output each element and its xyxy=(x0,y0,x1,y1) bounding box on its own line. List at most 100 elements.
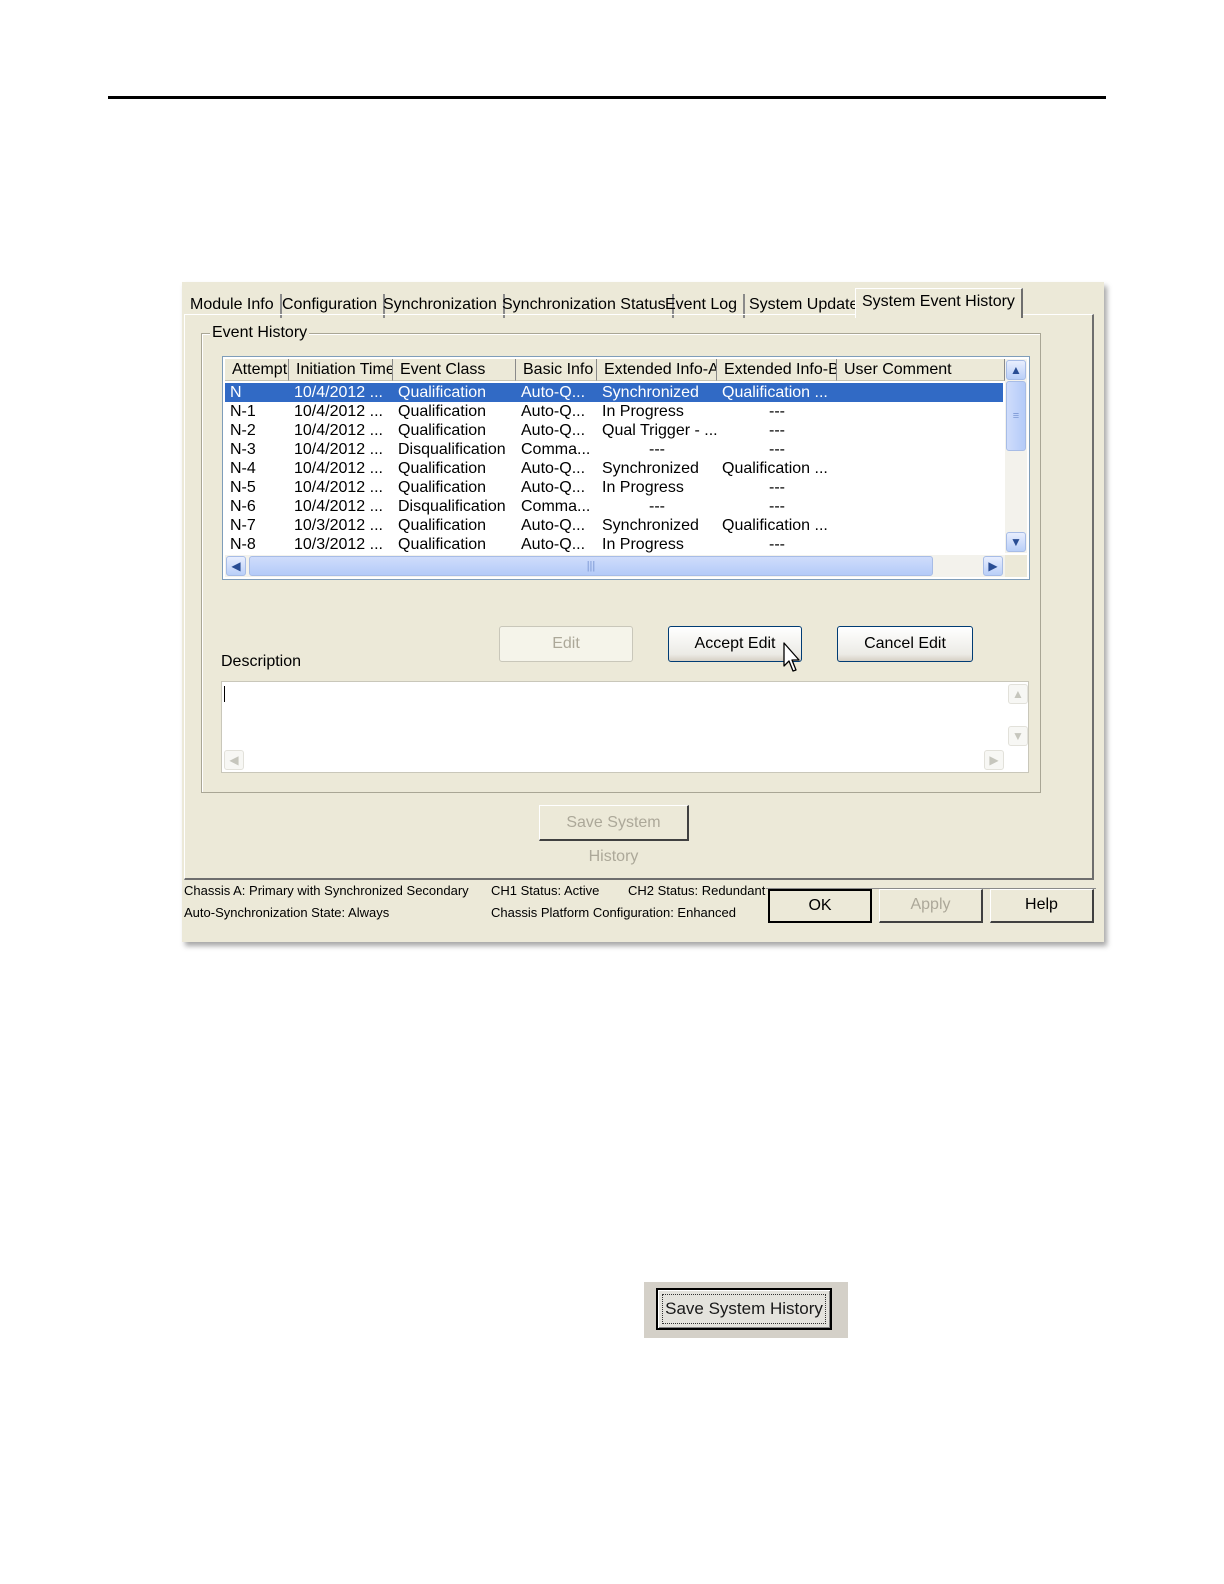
cell-initiation-time: 10/4/2012 ... xyxy=(294,403,383,420)
table-header: Attempt Initiation Time Event Class Basi… xyxy=(225,359,1005,381)
cell-extended-info-a: In Progress xyxy=(602,479,684,496)
cell-initiation-time: 10/3/2012 ... xyxy=(294,517,383,534)
cell-extended-info-a: Synchronized xyxy=(602,517,699,534)
table-body: N 10/4/2012 ... Qualification Auto-Q... Sync… xyxy=(225,383,1003,554)
cell-event-class: Qualification xyxy=(398,460,487,477)
table-row[interactable]: N-4 10/4/2012 ... Qualification Auto-Q... Sy… xyxy=(225,459,1003,478)
tab-strip: Module Info Configuration Synchronizatio… xyxy=(182,288,1104,318)
cell-extended-info-a: Synchronized xyxy=(602,384,699,401)
cell-attempt: N-5 xyxy=(230,479,256,496)
apply-button[interactable]: Apply xyxy=(879,889,983,923)
description-scroll-up-icon[interactable]: ▲ xyxy=(1008,684,1028,704)
cell-extended-info-b: Qualification ... xyxy=(722,384,828,401)
cell-initiation-time: 10/4/2012 ... xyxy=(294,441,383,458)
ok-button[interactable]: OK xyxy=(768,889,872,923)
cell-attempt: N-7 xyxy=(230,517,256,534)
table-row[interactable]: N 10/4/2012 ... Qualification Auto-Q... Sync… xyxy=(225,383,1003,402)
scroll-up-icon[interactable]: ▲ xyxy=(1006,360,1026,380)
table-row[interactable]: N-3 10/4/2012 ... Disqualification Comma...… xyxy=(225,440,1003,459)
status-platform: Chassis Platform Configuration: Enhanced xyxy=(491,905,736,920)
cell-extended-info-a: In Progress xyxy=(602,536,684,553)
scroll-left-icon[interactable]: ◀ xyxy=(226,556,246,576)
cell-extended-info-b: --- xyxy=(769,422,785,439)
cell-initiation-time: 10/4/2012 ... xyxy=(294,460,383,477)
status-chassis: Chassis A: Primary with Synchronized Sec… xyxy=(184,883,469,898)
cell-extended-info-b: Qualification ... xyxy=(722,460,828,477)
vertical-scrollbar[interactable]: ▲ ≡ ▼ xyxy=(1005,359,1027,553)
table-row[interactable]: N-7 10/3/2012 ... Qualification Auto-Q... Sy… xyxy=(225,516,1003,535)
cell-initiation-time: 10/4/2012 ... xyxy=(294,479,383,496)
cell-event-class: Qualification xyxy=(398,384,487,401)
table-row[interactable]: N-5 10/4/2012 ... Qualification Auto-Q... In… xyxy=(225,478,1003,497)
cell-initiation-time: 10/3/2012 ... xyxy=(294,536,383,553)
cell-user-comment xyxy=(837,459,1003,478)
cell-extended-info-a: Synchronized xyxy=(602,460,699,477)
cell-user-comment xyxy=(837,402,1003,421)
cell-user-comment xyxy=(837,478,1003,497)
cell-extended-info-b: --- xyxy=(769,536,785,553)
table-row[interactable]: N-8 10/3/2012 ... Qualification Auto-Q... In… xyxy=(225,535,1003,554)
column-header-extended-info-b[interactable]: Extended Info-B xyxy=(717,359,837,381)
column-header-basic-info[interactable]: Basic Info xyxy=(516,359,597,381)
focus-rectangle: Save System History xyxy=(662,1294,826,1324)
cell-event-class: Qualification xyxy=(398,403,487,420)
cell-event-class: Qualification xyxy=(398,422,487,439)
column-header-event-class[interactable]: Event Class xyxy=(393,359,516,381)
status-ch2: CH2 Status: Redundant xyxy=(628,883,766,898)
accept-edit-button[interactable]: Accept Edit xyxy=(668,626,802,662)
cell-basic-info: Comma... xyxy=(521,441,591,458)
save-system-history-button-large[interactable]: Save System History xyxy=(656,1288,832,1330)
description-scroll-left-icon[interactable]: ◀ xyxy=(224,750,244,770)
save-system-history-label: Save System History xyxy=(665,1299,823,1318)
cell-extended-info-a: In Progress xyxy=(602,403,684,420)
description-scroll-right-icon[interactable]: ▶ xyxy=(984,750,1004,770)
cell-event-class: Qualification xyxy=(398,536,487,553)
table-row[interactable]: N-1 10/4/2012 ... Qualification Auto-Q... In… xyxy=(225,402,1003,421)
text-caret xyxy=(224,686,225,702)
scroll-down-icon[interactable]: ▼ xyxy=(1006,532,1026,552)
cell-basic-info: Auto-Q... xyxy=(521,479,586,496)
cell-attempt: N-2 xyxy=(230,422,256,439)
cancel-edit-button[interactable]: Cancel Edit xyxy=(837,626,973,662)
scroll-right-icon[interactable]: ▶ xyxy=(983,556,1003,576)
cell-extended-info-a: Qual Trigger - ... xyxy=(602,422,717,439)
horizontal-scrollbar[interactable]: ◀ ||| ▶ xyxy=(225,555,1005,577)
scroll-corner xyxy=(1005,555,1027,577)
cell-extended-info-a: --- xyxy=(649,441,665,458)
cell-attempt: N-6 xyxy=(230,498,256,515)
cell-extended-info-b: --- xyxy=(769,403,785,420)
description-scroll-down-icon[interactable]: ▼ xyxy=(1008,726,1028,746)
help-button[interactable]: Help xyxy=(990,889,1094,923)
cell-basic-info: Auto-Q... xyxy=(521,460,586,477)
module-properties-dialog: Module Info Configuration Synchronizatio… xyxy=(182,282,1104,942)
cell-event-class: Qualification xyxy=(398,479,487,496)
description-label: Description xyxy=(221,653,302,670)
cell-event-class: Disqualification xyxy=(398,498,506,515)
cell-extended-info-b: --- xyxy=(769,498,785,515)
cell-user-comment xyxy=(837,383,1003,402)
column-header-extended-info-a[interactable]: Extended Info-A xyxy=(597,359,717,381)
cell-initiation-time: 10/4/2012 ... xyxy=(294,422,383,439)
vertical-scroll-thumb[interactable]: ≡ xyxy=(1006,381,1026,451)
column-header-attempt[interactable]: Attempt xyxy=(225,359,289,381)
table-row[interactable]: N-6 10/4/2012 ... Disqualification Comma...… xyxy=(225,497,1003,516)
table-row[interactable]: N-2 10/4/2012 ... Qualification Auto-Q... Qu… xyxy=(225,421,1003,440)
event-history-table[interactable]: Attempt Initiation Time Event Class Basi… xyxy=(222,356,1030,580)
event-history-legend: Event History xyxy=(210,324,310,342)
column-header-initiation-time[interactable]: Initiation Time xyxy=(289,359,393,381)
tab-system-event-history[interactable]: System Event History xyxy=(855,288,1023,318)
edit-button[interactable]: Edit xyxy=(499,626,633,662)
cell-attempt: N-1 xyxy=(230,403,256,420)
cell-event-class: Qualification xyxy=(398,517,487,534)
description-textarea[interactable]: ▲ ▼ ◀ ▶ xyxy=(221,681,1029,773)
horizontal-scroll-thumb[interactable]: ||| xyxy=(249,556,933,576)
save-system-history-button[interactable]: Save System History xyxy=(539,805,689,865)
cell-attempt: N-4 xyxy=(230,460,256,477)
cell-basic-info: Auto-Q... xyxy=(521,384,586,401)
cell-basic-info: Auto-Q... xyxy=(521,517,586,534)
cell-event-class: Disqualification xyxy=(398,441,506,458)
cell-user-comment xyxy=(837,516,1003,535)
mouse-pointer-icon xyxy=(783,642,800,672)
cell-extended-info-b: --- xyxy=(769,479,785,496)
column-header-user-comment[interactable]: User Comment xyxy=(837,359,1005,381)
